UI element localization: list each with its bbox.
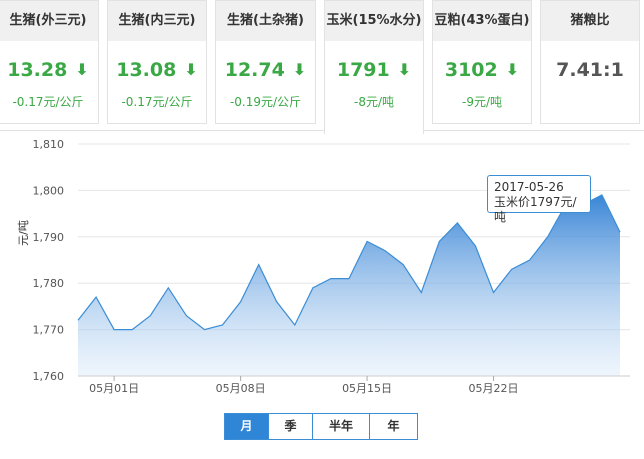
y-tick-label: 1,800	[33, 184, 65, 197]
down-arrow-icon: ⬇	[506, 60, 519, 79]
card-title: 猪粮比	[541, 1, 639, 41]
tab-month[interactable]: 月	[225, 414, 269, 439]
card-hog-outer[interactable]: 生猪(外三元) 13.28 ⬇ -0.17元/公斤	[0, 0, 99, 124]
card-soymeal[interactable]: 豆粕(43%蛋白) 3102 ⬇ -9元/吨	[432, 0, 532, 124]
price-cards: 生猪(外三元) 13.28 ⬇ -0.17元/公斤 生猪(内三元) 13.08 ⬇ …	[0, 0, 644, 126]
down-arrow-icon: ⬇	[398, 60, 411, 79]
card-change: -0.19元/公斤	[216, 93, 315, 110]
card-hog-local[interactable]: 生猪(土杂猪) 12.74 ⬇ -0.19元/公斤	[215, 0, 316, 124]
card-value-text: 1791	[337, 59, 390, 81]
y-tick-label: 1,810	[33, 138, 65, 151]
y-tick-label: 1,780	[33, 277, 65, 290]
x-tick-label: 05月08日	[216, 382, 266, 395]
y-axis-label: 元/吨	[17, 220, 30, 246]
y-axis: 1,760 1,770 1,780 1,790 1,800 1,810	[33, 138, 65, 383]
card-value: 13.28 ⬇	[0, 59, 98, 81]
card-value-text: 7.41:1	[556, 59, 624, 81]
card-title: 生猪(土杂猪)	[216, 1, 315, 41]
tab-year[interactable]: 年	[370, 414, 417, 439]
tab-half-year[interactable]: 半年	[313, 414, 370, 439]
card-hog-inner[interactable]: 生猪(内三元) 13.08 ⬇ -0.17元/公斤	[107, 0, 207, 124]
card-corn[interactable]: 玉米(15%水分) 1791 ⬇ -8元/吨	[324, 0, 424, 134]
card-change: -9元/吨	[433, 93, 531, 110]
y-tick-label: 1,790	[33, 231, 65, 244]
tooltip-date: 2017-05-26	[494, 180, 584, 195]
y-tick-label: 1,770	[33, 324, 65, 337]
card-title: 生猪(外三元)	[0, 1, 98, 41]
card-value: 3102 ⬇	[433, 59, 531, 81]
card-change: -0.17元/公斤	[0, 93, 98, 110]
card-title: 玉米(15%水分)	[325, 1, 423, 41]
chart-tooltip: 2017-05-26 玉米价1797元/吨	[487, 175, 591, 213]
card-title: 豆粕(43%蛋白)	[433, 1, 531, 41]
card-value-text: 13.28	[7, 59, 67, 81]
tooltip-value: 玉米价1797元/吨	[494, 195, 584, 225]
card-change: -8元/吨	[325, 93, 423, 110]
card-value-text: 13.08	[116, 59, 176, 81]
tab-quarter[interactable]: 季	[269, 414, 313, 439]
down-arrow-icon: ⬇	[184, 60, 197, 79]
period-tabs: 月 季 半年 年	[224, 413, 418, 440]
x-tick-label: 05月01日	[89, 382, 139, 395]
x-tick-label: 05月15日	[342, 382, 392, 395]
card-title: 生猪(内三元)	[108, 1, 206, 41]
y-tick-label: 1,760	[33, 370, 65, 383]
x-axis: 05月01日 05月08日 05月15日 05月22日	[78, 376, 630, 395]
card-value: 7.41:1	[541, 59, 639, 81]
card-value-text: 3102	[445, 59, 498, 81]
card-value: 13.08 ⬇	[108, 59, 206, 81]
card-change: -0.17元/公斤	[108, 93, 206, 110]
down-arrow-icon: ⬇	[293, 60, 306, 79]
card-value: 1791 ⬇	[325, 59, 423, 81]
x-tick-label: 05月22日	[469, 382, 519, 395]
card-value: 12.74 ⬇	[216, 59, 315, 81]
down-arrow-icon: ⬇	[75, 60, 88, 79]
card-hog-grain-ratio[interactable]: 猪粮比 7.41:1	[540, 0, 640, 124]
card-value-text: 12.74	[225, 59, 285, 81]
